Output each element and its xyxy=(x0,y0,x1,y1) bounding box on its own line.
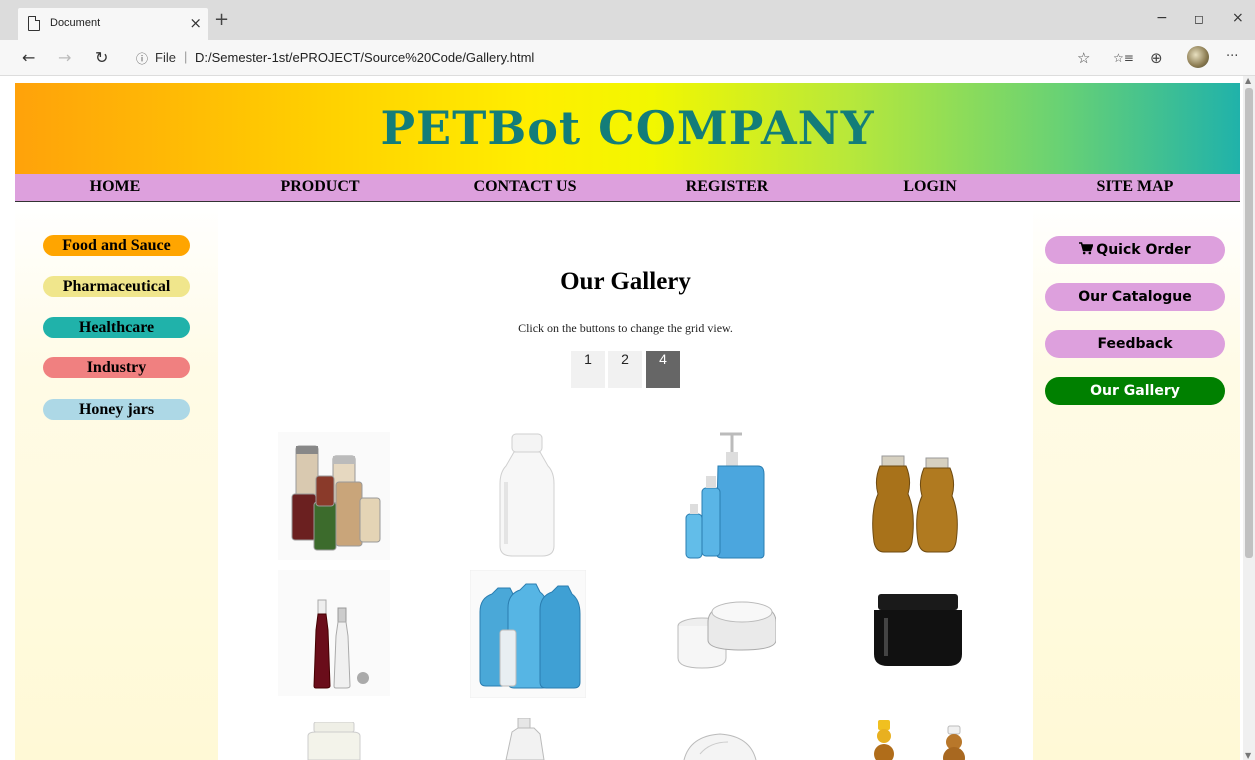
browser-tab-bar: Document × + − ◻ × xyxy=(0,0,1255,40)
site-banner: PETBot COMPANY xyxy=(15,83,1240,174)
white-jug-image xyxy=(505,718,545,760)
white-bottle-image xyxy=(499,433,555,557)
cart-icon xyxy=(1079,242,1094,255)
scroll-up-arrow-icon[interactable]: ▲ xyxy=(1245,76,1251,85)
address-bar: ← → ↻ ⓘ File | D:/Semester-1st/ePROJECT/… xyxy=(0,40,1255,76)
refresh-icon[interactable]: ↻ xyxy=(95,48,108,67)
back-icon[interactable]: ← xyxy=(22,48,35,67)
close-window-icon[interactable]: × xyxy=(1232,10,1244,26)
nav-register[interactable]: REGISTER xyxy=(686,178,769,196)
quick-order-button[interactable]: Quick Order xyxy=(1045,236,1225,264)
black-jar-image xyxy=(874,594,962,666)
favorite-star-icon[interactable]: ☆ xyxy=(1077,49,1090,67)
more-menu-icon[interactable]: ··· xyxy=(1226,49,1238,64)
minimize-icon[interactable]: − xyxy=(1156,10,1168,26)
catalogue-button[interactable]: Our Catalogue xyxy=(1045,283,1225,311)
blue-jugs-image xyxy=(470,570,586,698)
category-healthcare[interactable]: Healthcare xyxy=(43,317,190,338)
browser-tab[interactable]: Document × xyxy=(18,8,208,40)
collections-icon[interactable]: ⊕ xyxy=(1150,49,1163,67)
site-title: PETBot COMPANY xyxy=(380,101,875,155)
scroll-down-arrow-icon[interactable]: ▼ xyxy=(1245,751,1251,760)
category-pharmaceutical[interactable]: Pharmaceutical xyxy=(43,276,190,297)
nav-home[interactable]: HOME xyxy=(90,178,141,196)
info-icon[interactable]: ⓘ xyxy=(136,50,148,67)
nav-site-map[interactable]: SITE MAP xyxy=(1097,178,1174,196)
scroll-thumb[interactable] xyxy=(1245,88,1253,558)
tab-close-icon[interactable]: × xyxy=(189,14,202,32)
category-sidebar: Food and Sauce Pharmaceutical Healthcare… xyxy=(15,203,218,760)
nav-product[interactable]: PRODUCT xyxy=(280,178,359,196)
honey-bottles-image xyxy=(872,455,958,553)
url-input[interactable]: D:/Semester-1st/ePROJECT/Source%20Code/G… xyxy=(195,50,534,65)
maximize-icon[interactable]: ◻ xyxy=(1194,12,1204,26)
grid-2-button[interactable]: 2 xyxy=(608,351,642,388)
grid-4-button[interactable]: 4 xyxy=(646,351,680,388)
bear-honey-bottles-image xyxy=(874,720,965,760)
sauce-bottles-image xyxy=(278,570,390,696)
blue-pump-bottles-image xyxy=(685,432,765,559)
category-industry[interactable]: Industry xyxy=(43,357,190,378)
top-navigation: HOME PRODUCT CONTACT US REGISTER LOGIN S… xyxy=(15,174,1240,202)
gallery-description: Click on the buttons to change the grid … xyxy=(518,321,733,335)
tab-title: Document xyxy=(50,17,101,29)
url-separator: | xyxy=(184,49,188,64)
category-food-and-sauce[interactable]: Food and Sauce xyxy=(43,235,190,256)
page-title: Our Gallery xyxy=(560,268,691,295)
white-wide-jar-image xyxy=(307,722,361,760)
vertical-scrollbar[interactable]: ▲ ▼ xyxy=(1243,76,1255,760)
white-cream-jars-image xyxy=(677,601,776,669)
gallery-button[interactable]: Our Gallery xyxy=(1045,377,1225,405)
new-tab-icon[interactable]: + xyxy=(214,9,229,30)
document-icon xyxy=(28,16,40,31)
forward-icon[interactable]: → xyxy=(58,48,71,67)
feedback-button[interactable]: Feedback xyxy=(1045,330,1225,358)
spice-jars-image xyxy=(278,432,390,560)
url-scheme-label: File xyxy=(155,50,176,65)
action-sidebar: Quick Order Our Catalogue Feedback Our G… xyxy=(1033,203,1240,760)
grid-1-button[interactable]: 1 xyxy=(571,351,605,388)
nav-contact-us[interactable]: CONTACT US xyxy=(474,178,577,196)
profile-avatar[interactable] xyxy=(1187,46,1209,68)
clear-bowl-image xyxy=(683,733,757,760)
nav-login[interactable]: LOGIN xyxy=(903,178,956,196)
favorites-list-icon[interactable]: ☆≡ xyxy=(1113,51,1134,65)
quick-order-label: Quick Order xyxy=(1096,242,1191,258)
category-honey-jars[interactable]: Honey jars xyxy=(43,399,190,420)
